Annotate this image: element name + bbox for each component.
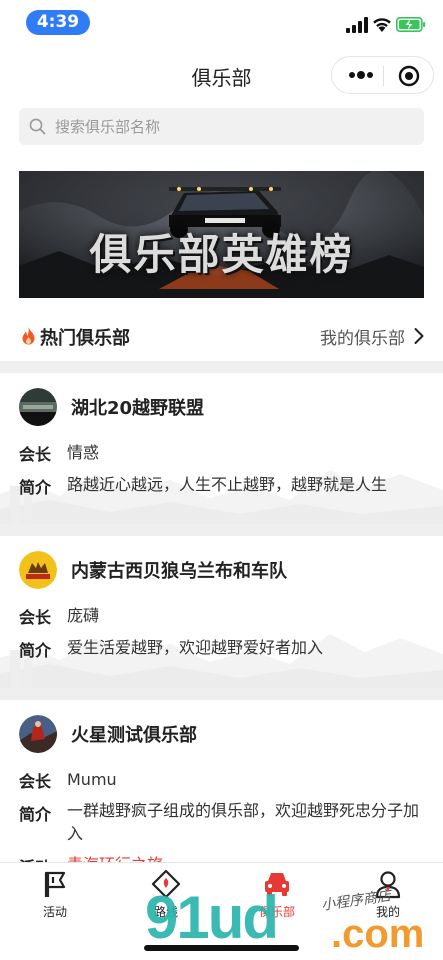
club-name: 火星测试俱乐部: [71, 725, 197, 746]
section-divider: [0, 688, 443, 700]
intro-label: 简介: [19, 805, 52, 824]
club-card[interactable]: 湖北20越野联盟 会长 情惑 简介 路越近心越远，人生不止越野，越野就是人生: [0, 373, 443, 524]
tab-mine[interactable]: 我的: [348, 869, 428, 925]
club-avatar: [19, 715, 57, 753]
flag-icon: [44, 871, 66, 897]
mountain-background-image: [0, 634, 443, 688]
section-divider: [0, 361, 443, 373]
tab-activity[interactable]: 活动: [15, 869, 95, 925]
route-icon: [151, 869, 181, 899]
mini-program-capsule: [331, 56, 434, 94]
leader-name: Mumu: [67, 770, 117, 789]
intro-text: 爱生活爱越野，欢迎越野爱好者加入: [67, 638, 324, 657]
home-indicator: [144, 945, 299, 951]
tab-label: 俱乐部: [258, 905, 295, 919]
wifi-icon: [373, 18, 391, 32]
capsule-divider: [383, 66, 384, 86]
battery-charging-icon: [396, 17, 426, 32]
tab-club[interactable]: 俱乐部: [237, 869, 317, 925]
banner-title: 俱乐部英雄榜: [89, 230, 354, 279]
club-avatar: [19, 388, 57, 426]
intro-text: 路越近心越远，人生不止越野，越野就是人生: [67, 475, 388, 494]
leader-name: 庞礴: [67, 606, 100, 625]
search-icon: [29, 118, 46, 135]
tab-label: 路线: [153, 905, 178, 919]
leader-label: 会长: [19, 608, 52, 627]
car-icon: [265, 873, 289, 896]
club-name: 湖北20越野联盟: [71, 398, 205, 419]
intro-label: 简介: [19, 478, 52, 497]
club-avatar: [19, 551, 57, 589]
search-input[interactable]: [55, 108, 415, 145]
tab-label: 我的: [375, 905, 400, 919]
hero-banner[interactable]: 俱乐部英雄榜: [19, 171, 424, 298]
section-divider: [0, 524, 443, 536]
mountain-background-image: [0, 470, 443, 524]
intro-text: 一群越野疯子组成的俱乐部，欢迎越野死忠分子加入: [67, 801, 420, 843]
my-clubs-link[interactable]: 我的俱乐部: [320, 324, 405, 349]
user-icon: [375, 871, 401, 899]
search-bar[interactable]: [19, 108, 424, 145]
hot-clubs-title: 热门俱乐部: [40, 328, 130, 349]
hot-clubs-header: 热门俱乐部 我的俱乐部: [0, 316, 443, 356]
status-bar: 4:39: [0, 0, 443, 46]
club-page: 4:39 俱乐部 搜索俱乐部名称 俱乐部英雄榜 热门俱乐部 我的俱乐部 湖北20…: [0, 0, 443, 960]
signal-icon: [346, 17, 368, 33]
leader-name: 情惑: [67, 443, 100, 462]
chevron-right-icon[interactable]: [413, 327, 425, 345]
activity-label: 活动: [19, 854, 51, 862]
leader-label: 会长: [19, 445, 52, 464]
status-time: 4:39: [26, 10, 90, 35]
tab-route[interactable]: 路线: [126, 869, 206, 925]
club-card[interactable]: 内蒙古西贝狼乌兰布和车队 会长 庞礴 简介 爱生活爱越野，欢迎越野爱好者加入: [0, 536, 443, 688]
flame-icon: [22, 327, 35, 345]
close-target-icon[interactable]: [398, 65, 420, 87]
activity-link[interactable]: 青海环行之旅: [67, 853, 163, 862]
leader-label: 会长: [19, 772, 52, 791]
club-name: 内蒙古西贝狼乌兰布和车队: [71, 561, 287, 582]
tab-label: 活动: [42, 905, 67, 919]
more-icon[interactable]: [346, 65, 376, 85]
intro-label: 简介: [19, 641, 52, 660]
club-card[interactable]: 火星测试俱乐部 会长 Mumu 简介 一群越野疯子组成的俱乐部，欢迎越野死忠分子…: [0, 700, 443, 862]
nav-bar: 俱乐部: [0, 50, 443, 100]
